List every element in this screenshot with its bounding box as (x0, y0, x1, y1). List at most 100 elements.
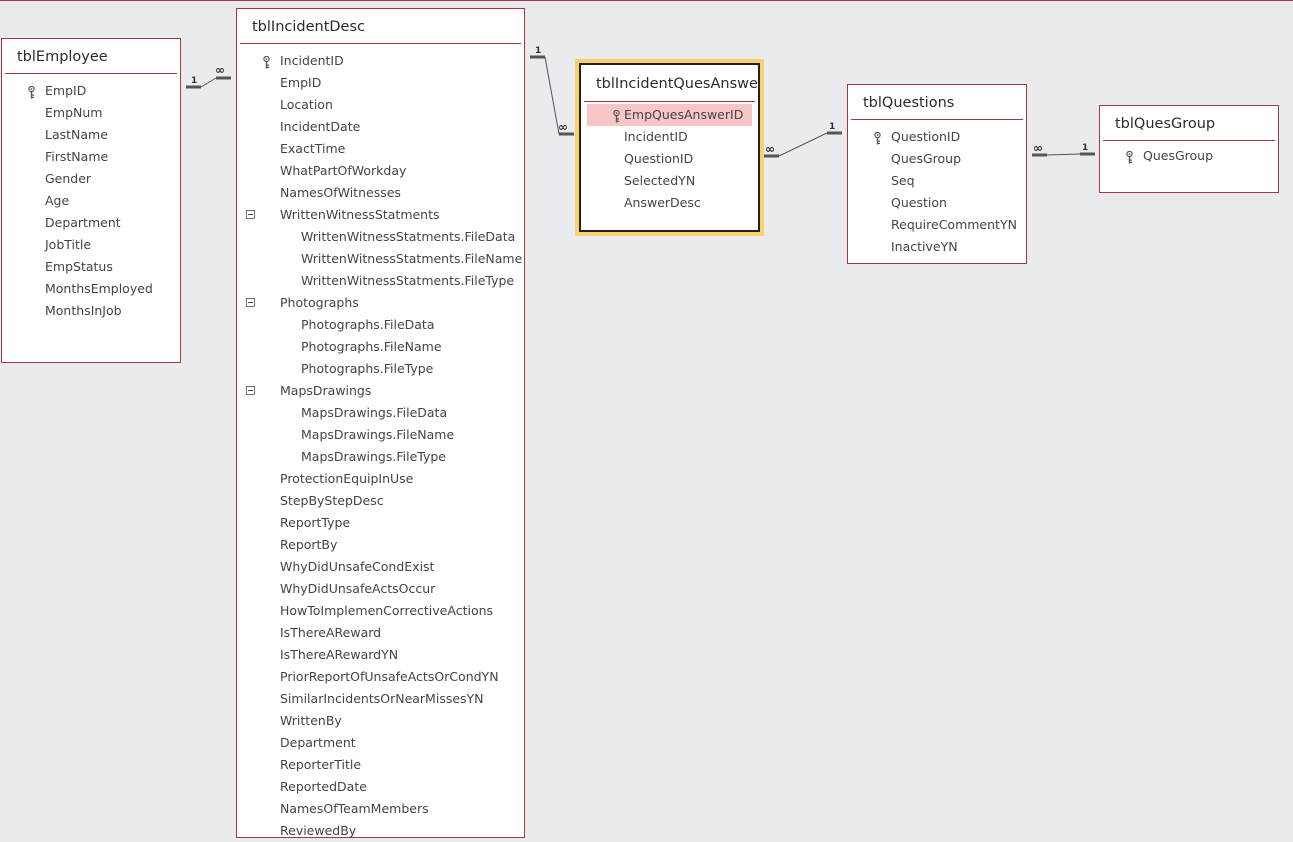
field-row[interactable]: EmpID (237, 72, 524, 94)
field-row[interactable]: MapsDrawings.FileName (237, 424, 524, 446)
field-list: QuesGroup (1100, 145, 1278, 167)
table-title[interactable]: tblQuestions (851, 85, 1023, 120)
field-row[interactable]: WrittenWitnessStatments.FileName (237, 248, 524, 270)
collapse-icon[interactable] (246, 210, 255, 219)
field-row[interactable]: EmpQuesAnswerID (587, 104, 752, 126)
table-incident-ques-answer[interactable]: tblIncidentQuesAnswer EmpQuesAnswerID Inc… (575, 59, 764, 236)
field-row[interactable]: SelectedYN (581, 170, 758, 192)
field-row[interactable]: WrittenWitnessStatments.FileData (237, 226, 524, 248)
field-label: QuesGroup (1143, 148, 1214, 163)
field-label: IncidentID (280, 53, 344, 68)
field-label: ReportBy (280, 537, 338, 552)
table-employee[interactable]: tblEmployee EmpID EmpNum LastName FirstName… (1, 38, 181, 363)
field-row[interactable]: NamesOfTeamMembers (237, 798, 524, 820)
field-row[interactable]: WrittenWitnessStatments.FileType (237, 270, 524, 292)
field-row[interactable]: WhyDidUnsafeCondExist (237, 556, 524, 578)
field-row[interactable]: FirstName (2, 146, 180, 168)
field-row[interactable]: IncidentID (581, 126, 758, 148)
rel-label-many-answer: ∞ (558, 120, 568, 134)
field-row[interactable]: Seq (848, 170, 1026, 192)
field-row[interactable]: Gender (2, 168, 180, 190)
table-ques-group[interactable]: tblQuesGroup QuesGroup (1099, 105, 1279, 193)
field-row[interactable]: SimilarIncidentsOrNearMissesYN (237, 688, 524, 710)
table-incident-desc[interactable]: tblIncidentDesc IncidentID EmpID Location I… (236, 8, 525, 838)
field-row[interactable]: Location (237, 94, 524, 116)
field-label: IsThereARewardYN (280, 647, 399, 662)
field-row[interactable]: MonthsInJob (2, 300, 180, 322)
field-row[interactable]: WrittenWitnessStatments (237, 204, 524, 226)
field-row[interactable]: StepByStepDesc (237, 490, 524, 512)
field-label: Question (891, 195, 947, 210)
table-questions[interactable]: tblQuestions QuestionID QuesGroup Seq Quest… (847, 84, 1027, 264)
primary-key-icon (28, 84, 35, 99)
field-row[interactable]: ProtectionEquipInUse (237, 468, 524, 490)
field-row[interactable]: IsThereAReward (237, 622, 524, 644)
field-label: EmpID (280, 75, 322, 90)
field-row[interactable]: RequireCommentYN (848, 214, 1026, 236)
field-row[interactable]: MapsDrawings.FileType (237, 446, 524, 468)
field-label: MonthsInJob (45, 303, 122, 318)
table-title[interactable]: tblEmployee (5, 39, 177, 74)
field-row[interactable]: EmpID (2, 80, 180, 102)
field-row[interactable]: QuesGroup (1100, 145, 1278, 167)
field-row[interactable]: ReportedDate (237, 776, 524, 798)
field-row[interactable]: EmpStatus (2, 256, 180, 278)
field-row[interactable]: ReportBy (237, 534, 524, 556)
field-label: WhyDidUnsafeCondExist (280, 559, 435, 574)
field-label: SimilarIncidentsOrNearMissesYN (280, 691, 484, 706)
field-row[interactable]: ReviewedBy (237, 820, 524, 842)
field-row[interactable]: ReportType (237, 512, 524, 534)
field-row[interactable]: Photographs.FileData (237, 314, 524, 336)
field-row[interactable]: IncidentDate (237, 116, 524, 138)
field-row[interactable]: Department (2, 212, 180, 234)
field-row[interactable]: NamesOfWitnesses (237, 182, 524, 204)
rel-label-one-employee: 1 (191, 76, 197, 86)
field-label: Photographs.FileType (301, 361, 434, 376)
field-row[interactable]: EmpNum (2, 102, 180, 124)
field-row[interactable]: Question (848, 192, 1026, 214)
field-row[interactable]: JobTitle (2, 234, 180, 256)
field-row[interactable]: ReporterTitle (237, 754, 524, 776)
field-row[interactable]: IsThereARewardYN (237, 644, 524, 666)
field-label: ReportedDate (280, 779, 367, 794)
table-title[interactable]: tblQuesGroup (1103, 106, 1275, 141)
field-row[interactable]: ExactTime (237, 138, 524, 160)
collapse-icon[interactable] (246, 386, 255, 395)
field-label: PriorReportOfUnsafeActsOrCondYN (280, 669, 499, 684)
field-row[interactable]: LastName (2, 124, 180, 146)
field-label: FirstName (45, 149, 109, 164)
field-label: EmpStatus (45, 259, 113, 274)
field-row[interactable]: InactiveYN (848, 236, 1026, 258)
field-row[interactable]: WhatPartOfWorkday (237, 160, 524, 182)
field-label: HowToImplemenCorrectiveActions (280, 603, 494, 618)
field-row[interactable]: QuesGroup (848, 148, 1026, 170)
field-row[interactable]: QuestionID (581, 148, 758, 170)
field-row[interactable]: AnswerDesc (581, 192, 758, 214)
field-label: MapsDrawings.FileName (301, 427, 455, 442)
field-label: Photographs (280, 295, 359, 310)
field-row[interactable]: QuestionID (848, 126, 1026, 148)
table-title[interactable]: tblIncidentDesc (240, 9, 521, 44)
field-row[interactable]: MapsDrawings.FileData (237, 402, 524, 424)
field-label: InactiveYN (891, 239, 958, 254)
field-row[interactable]: MonthsEmployed (2, 278, 180, 300)
field-row[interactable]: WhyDidUnsafeActsOccur (237, 578, 524, 600)
table-title[interactable]: tblIncidentQuesAnswer (584, 65, 764, 102)
field-row[interactable]: PriorReportOfUnsafeActsOrCondYN (237, 666, 524, 688)
field-row[interactable]: HowToImplemenCorrectiveActions (237, 600, 524, 622)
field-row[interactable]: Photographs.FileName (237, 336, 524, 358)
field-row[interactable]: Department (237, 732, 524, 754)
collapse-icon[interactable] (246, 298, 255, 307)
field-label: WrittenWitnessStatments.FileData (301, 229, 516, 244)
field-row[interactable]: IncidentID (237, 50, 524, 72)
field-label: Age (45, 193, 70, 208)
field-row[interactable]: Age (2, 190, 180, 212)
field-row[interactable]: WrittenBy (237, 710, 524, 732)
field-list: EmpQuesAnswerID IncidentID QuestionID Selec… (581, 104, 758, 214)
field-label: JobTitle (45, 237, 92, 252)
field-label: WrittenBy (280, 713, 342, 728)
field-row[interactable]: MapsDrawings (237, 380, 524, 402)
field-label: NamesOfWitnesses (280, 185, 401, 200)
field-row[interactable]: Photographs.FileType (237, 358, 524, 380)
field-row[interactable]: Photographs (237, 292, 524, 314)
